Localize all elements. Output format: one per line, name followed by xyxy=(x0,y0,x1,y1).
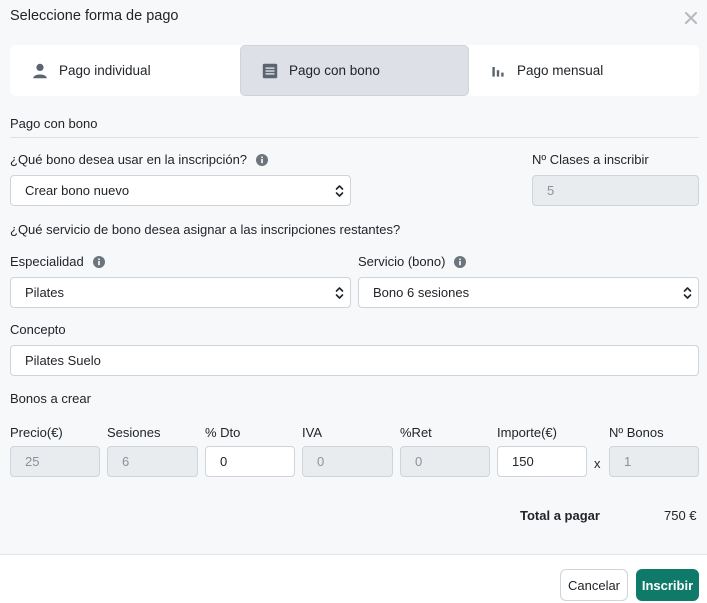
bono-select[interactable]: Crear bono nuevo xyxy=(10,175,351,206)
sesiones-input[interactable]: 6 xyxy=(107,446,198,477)
info-icon[interactable] xyxy=(92,255,105,268)
tab-pago-con-bono[interactable]: Pago con bono xyxy=(240,45,469,96)
especialidad-label: Especialidad xyxy=(10,254,105,269)
dto-input[interactable]: 0 xyxy=(205,446,295,477)
iva-label: IVA xyxy=(302,425,322,440)
ret-label: %Ret xyxy=(400,425,432,440)
servicio-label-text: Servicio (bono) xyxy=(358,254,446,269)
iva-value: 0 xyxy=(317,454,325,469)
person-icon xyxy=(30,61,50,81)
bar-chart-icon xyxy=(488,61,508,81)
especialidad-select[interactable]: Pilates xyxy=(10,277,351,308)
info-icon[interactable] xyxy=(256,153,269,166)
tab-label: Pago con bono xyxy=(289,63,380,78)
especialidad-label-text: Especialidad xyxy=(10,254,84,269)
payment-tabs: Pago individual Pago con bono Pago mensu… xyxy=(10,45,699,96)
section-divider xyxy=(10,137,699,138)
select-caret-icon xyxy=(335,184,344,198)
dto-value: 0 xyxy=(220,454,228,469)
importe-label: Importe(€) xyxy=(497,425,557,440)
precio-input[interactable]: 25 xyxy=(10,446,100,477)
ret-input[interactable]: 0 xyxy=(400,446,490,477)
close-icon[interactable] xyxy=(684,11,698,25)
modal-title: Seleccione forma de pago xyxy=(10,8,179,24)
clases-label: Nº Clases a inscribir xyxy=(532,152,649,167)
sesiones-value: 6 xyxy=(122,454,130,469)
bonos-title: Bonos a crear xyxy=(10,391,91,406)
payment-modal: Seleccione forma de pago Pago individual… xyxy=(0,0,707,603)
select-caret-icon xyxy=(683,286,692,300)
concepto-label: Concepto xyxy=(10,322,66,337)
iva-input[interactable]: 0 xyxy=(302,446,393,477)
concepto-value: Pilates Suelo xyxy=(25,353,101,368)
tab-label: Pago mensual xyxy=(517,63,604,78)
select-caret-icon xyxy=(335,286,344,300)
servicio-select[interactable]: Bono 6 sesiones xyxy=(358,277,699,308)
sesiones-label: Sesiones xyxy=(107,425,161,440)
servicio-select-value: Bono 6 sesiones xyxy=(373,285,470,300)
bono-question-label: ¿Qué bono desea usar en la inscripción? xyxy=(10,152,269,167)
bono-select-value: Crear bono nuevo xyxy=(25,183,130,198)
importe-input[interactable]: 150 xyxy=(497,446,587,477)
info-icon[interactable] xyxy=(454,255,467,268)
dto-label: % Dto xyxy=(205,425,241,440)
tab-pago-individual[interactable]: Pago individual xyxy=(10,45,240,96)
servicio-label: Servicio (bono) xyxy=(358,254,467,269)
receipt-icon xyxy=(260,61,280,81)
servicio-question: ¿Qué servicio de bono desea asignar a la… xyxy=(10,222,401,237)
especialidad-select-value: Pilates xyxy=(25,285,65,300)
num-bonos-input[interactable]: 1 xyxy=(609,446,699,477)
submit-button[interactable]: Inscribir xyxy=(636,569,699,601)
ret-value: 0 xyxy=(415,454,423,469)
clases-input[interactable]: 5 xyxy=(532,175,699,206)
precio-value: 25 xyxy=(25,454,40,469)
clases-value: 5 xyxy=(547,183,555,198)
section-title: Pago con bono xyxy=(10,116,98,131)
precio-label: Precio(€) xyxy=(10,425,63,440)
multiplier-sign: x xyxy=(594,456,601,471)
bono-question-text: ¿Qué bono desea usar en la inscripción? xyxy=(10,152,248,167)
num-bonos-label: Nº Bonos xyxy=(609,425,664,440)
concepto-input[interactable]: Pilates Suelo xyxy=(10,345,699,376)
cancel-button[interactable]: Cancelar xyxy=(560,569,628,601)
num-bonos-value: 1 xyxy=(624,454,632,469)
tab-pago-mensual[interactable]: Pago mensual xyxy=(469,45,699,96)
importe-value: 150 xyxy=(512,454,534,469)
total-value: 750 € xyxy=(664,508,697,523)
total-label: Total a pagar xyxy=(520,508,600,523)
tab-label: Pago individual xyxy=(59,63,151,78)
